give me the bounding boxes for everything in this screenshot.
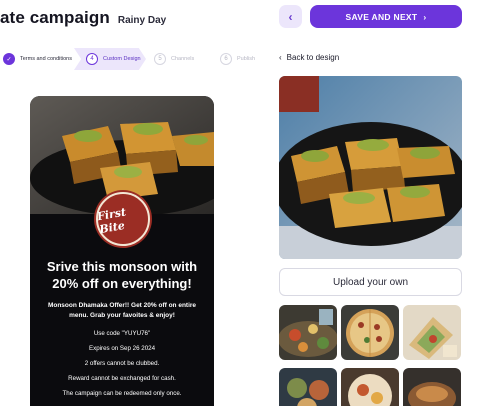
preview-text: Srive this monsoon with 20% off on every… [30, 258, 214, 398]
image-option[interactable] [279, 305, 337, 360]
image-option[interactable] [341, 368, 399, 406]
step-custom-design[interactable]: 4 Custom Design [74, 48, 146, 70]
step-label: Channels [171, 56, 195, 62]
preview-line: Reward cannot be exchanged for cash. [68, 375, 176, 382]
step-channels[interactable]: 5 Channels [146, 48, 212, 70]
step-terms[interactable]: ✓ Terms and conditions [0, 48, 74, 70]
image-option[interactable] [341, 305, 399, 360]
chevron-right-icon: › [423, 11, 427, 22]
chevron-left-icon: ‹ [279, 53, 282, 62]
upload-label: Upload your own [332, 276, 409, 288]
logo-text: First Bite [96, 205, 128, 237]
image-option[interactable] [279, 368, 337, 406]
step-number: 6 [220, 53, 232, 65]
back-to-design-label: Back to design [286, 53, 340, 62]
save-and-next-button[interactable]: SAVE AND NEXT › [310, 5, 462, 28]
image-option[interactable] [403, 305, 461, 360]
back-to-design-link[interactable]: ‹ Back to design [279, 53, 339, 62]
step-number: 4 [86, 53, 98, 65]
back-button[interactable]: ‹ [279, 5, 302, 28]
step-label: Terms and conditions [20, 56, 72, 62]
step-label: Publish [237, 56, 256, 62]
campaign-name: Rainy Day [117, 15, 167, 26]
preview-line: 2 offers cannot be clubbed. [84, 360, 160, 367]
stepper: ✓ Terms and conditions 4 Custom Design 5… [0, 48, 262, 70]
chevron-left-icon: ‹ [288, 9, 293, 24]
check-icon: ✓ [3, 53, 15, 65]
page-title: ate campaign [0, 8, 110, 27]
preview-line: The campaign can be redeemed only once. [62, 390, 182, 397]
step-publish[interactable]: 6 Publish [212, 48, 262, 70]
preview-line: Use code "YUYU76" [93, 330, 151, 337]
selected-image[interactable] [279, 76, 462, 259]
save-label: SAVE AND NEXT [345, 11, 418, 22]
campaign-preview-card: First Bite Srive this monsoon with 20% o… [30, 96, 214, 406]
image-option[interactable] [403, 368, 461, 406]
preview-line: Expires on Sep 26 2024 [88, 345, 156, 352]
preview-headline: Srive this monsoon with 20% off on every… [46, 259, 198, 291]
step-number: 5 [154, 53, 166, 65]
brand-logo: First Bite [96, 192, 150, 246]
upload-image-button[interactable]: Upload your own [279, 268, 462, 296]
preview-offer: Monsoon Dhamaka Offer!! Get 20% off on e… [47, 302, 197, 319]
title-group: ate campaign Rainy Day [0, 8, 166, 28]
step-label: Custom Design [103, 56, 141, 62]
